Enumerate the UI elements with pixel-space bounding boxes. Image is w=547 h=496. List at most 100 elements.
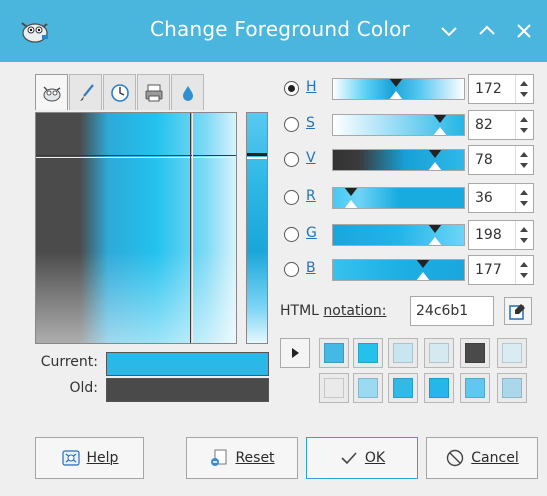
help-icon bbox=[61, 448, 81, 468]
hue-strip[interactable] bbox=[246, 112, 268, 344]
channel-label-b[interactable]: B bbox=[306, 260, 316, 276]
tab-printer-selector[interactable] bbox=[137, 74, 170, 110]
spin-down-icon[interactable] bbox=[520, 238, 528, 243]
check-icon bbox=[339, 448, 359, 468]
old-label: Old: bbox=[69, 380, 98, 396]
spin-arrows[interactable] bbox=[515, 256, 533, 284]
spin-up-icon[interactable] bbox=[520, 262, 528, 267]
history-swatch[interactable] bbox=[497, 338, 527, 368]
channel-row-v: V bbox=[284, 145, 534, 175]
value-input-v[interactable] bbox=[469, 146, 513, 174]
history-swatch[interactable] bbox=[497, 373, 527, 403]
radio-r[interactable] bbox=[284, 190, 299, 205]
current-color-swatch bbox=[106, 352, 269, 376]
radio-s[interactable] bbox=[284, 117, 299, 132]
slider-thumb-r[interactable] bbox=[344, 188, 358, 196]
history-swatch[interactable] bbox=[424, 373, 454, 403]
cancel-button[interactable]: Cancel bbox=[426, 437, 538, 479]
channel-label-h[interactable]: H bbox=[306, 79, 317, 95]
spin-down-icon[interactable] bbox=[520, 92, 528, 97]
reset-button[interactable]: Reset bbox=[186, 437, 298, 479]
spinbox-b bbox=[468, 255, 534, 285]
history-swatch[interactable] bbox=[388, 373, 418, 403]
chevron-up-icon[interactable] bbox=[476, 20, 498, 42]
tab-gimp-selector[interactable] bbox=[35, 74, 68, 110]
spinbox-s bbox=[468, 110, 534, 140]
history-swatch[interactable] bbox=[319, 373, 349, 403]
radio-h[interactable] bbox=[284, 81, 299, 96]
history-swatch[interactable] bbox=[388, 338, 418, 368]
channel-row-b: B bbox=[284, 255, 534, 285]
spin-down-icon[interactable] bbox=[520, 201, 528, 206]
tab-clock-selector[interactable] bbox=[103, 74, 136, 110]
spin-up-icon[interactable] bbox=[520, 152, 528, 157]
slider-v[interactable] bbox=[332, 149, 465, 171]
value-input-h[interactable] bbox=[469, 75, 513, 103]
saturation-value-field[interactable] bbox=[35, 112, 237, 344]
history-swatch[interactable] bbox=[460, 373, 490, 403]
slider-thumb-b[interactable] bbox=[416, 260, 430, 268]
crosshair-vertical bbox=[190, 113, 191, 343]
spin-down-icon[interactable] bbox=[520, 273, 528, 278]
chevron-down-icon[interactable] bbox=[438, 20, 460, 42]
help-button[interactable]: Help bbox=[35, 437, 144, 479]
spin-arrows[interactable] bbox=[515, 111, 533, 139]
window-title: Change Foreground Color bbox=[150, 17, 410, 41]
value-input-s[interactable] bbox=[469, 111, 513, 139]
spin-up-icon[interactable] bbox=[520, 81, 528, 86]
value-input-g[interactable] bbox=[469, 221, 513, 249]
radio-g[interactable] bbox=[284, 227, 299, 242]
channel-label-s[interactable]: S bbox=[306, 115, 315, 131]
channel-label-r[interactable]: R bbox=[306, 188, 316, 204]
spin-down-icon[interactable] bbox=[520, 163, 528, 168]
history-swatch[interactable] bbox=[353, 338, 383, 368]
clock-icon bbox=[110, 83, 129, 102]
spin-arrows[interactable] bbox=[515, 221, 533, 249]
tab-brush-selector[interactable] bbox=[69, 74, 102, 110]
history-swatch[interactable] bbox=[460, 338, 490, 368]
spin-up-icon[interactable] bbox=[520, 227, 528, 232]
gimp-icon bbox=[18, 15, 52, 45]
hue-marker[interactable] bbox=[247, 153, 267, 156]
slider-thumb-g[interactable] bbox=[428, 225, 442, 233]
spin-down-icon[interactable] bbox=[520, 128, 528, 133]
ok-button[interactable]: OK bbox=[306, 437, 418, 479]
html-notation-label: HTML notation: bbox=[280, 303, 387, 319]
brush-icon bbox=[79, 83, 94, 101]
radio-b[interactable] bbox=[284, 262, 299, 277]
slider-thumb-h[interactable] bbox=[389, 79, 403, 87]
spin-arrows[interactable] bbox=[515, 75, 533, 103]
channel-label-v[interactable]: V bbox=[306, 150, 316, 166]
tab-water-selector[interactable] bbox=[171, 74, 204, 110]
title-bar: Change Foreground Color bbox=[0, 0, 547, 62]
slider-h[interactable] bbox=[332, 78, 465, 100]
radio-v[interactable] bbox=[284, 152, 299, 167]
slider-g[interactable] bbox=[332, 224, 465, 246]
spin-up-icon[interactable] bbox=[520, 117, 528, 122]
channel-label-g[interactable]: G bbox=[306, 225, 317, 241]
spin-arrows[interactable] bbox=[515, 184, 533, 212]
value-input-r[interactable] bbox=[469, 184, 513, 212]
color-picker-button[interactable] bbox=[504, 297, 532, 325]
color-history-toggle[interactable] bbox=[280, 338, 310, 368]
history-swatch[interactable] bbox=[319, 338, 349, 368]
close-icon[interactable] bbox=[513, 20, 535, 42]
crosshair-horizontal bbox=[36, 155, 236, 156]
spin-up-icon[interactable] bbox=[520, 190, 528, 195]
value-input-b[interactable] bbox=[469, 256, 513, 284]
slider-thumb-s[interactable] bbox=[433, 115, 447, 123]
water-drop-icon bbox=[182, 85, 193, 101]
eyedropper-icon bbox=[509, 304, 525, 320]
slider-b[interactable] bbox=[332, 259, 465, 281]
spinbox-h bbox=[468, 74, 534, 104]
slider-thumb-v[interactable] bbox=[428, 150, 442, 158]
channel-row-s: S bbox=[284, 110, 534, 140]
history-swatch[interactable] bbox=[424, 338, 454, 368]
printer-icon bbox=[145, 84, 162, 101]
gimp-icon bbox=[43, 86, 60, 101]
slider-r[interactable] bbox=[332, 187, 465, 209]
html-notation-input[interactable] bbox=[410, 296, 494, 326]
history-swatch[interactable] bbox=[353, 373, 383, 403]
slider-s[interactable] bbox=[332, 114, 465, 136]
spin-arrows[interactable] bbox=[515, 146, 533, 174]
